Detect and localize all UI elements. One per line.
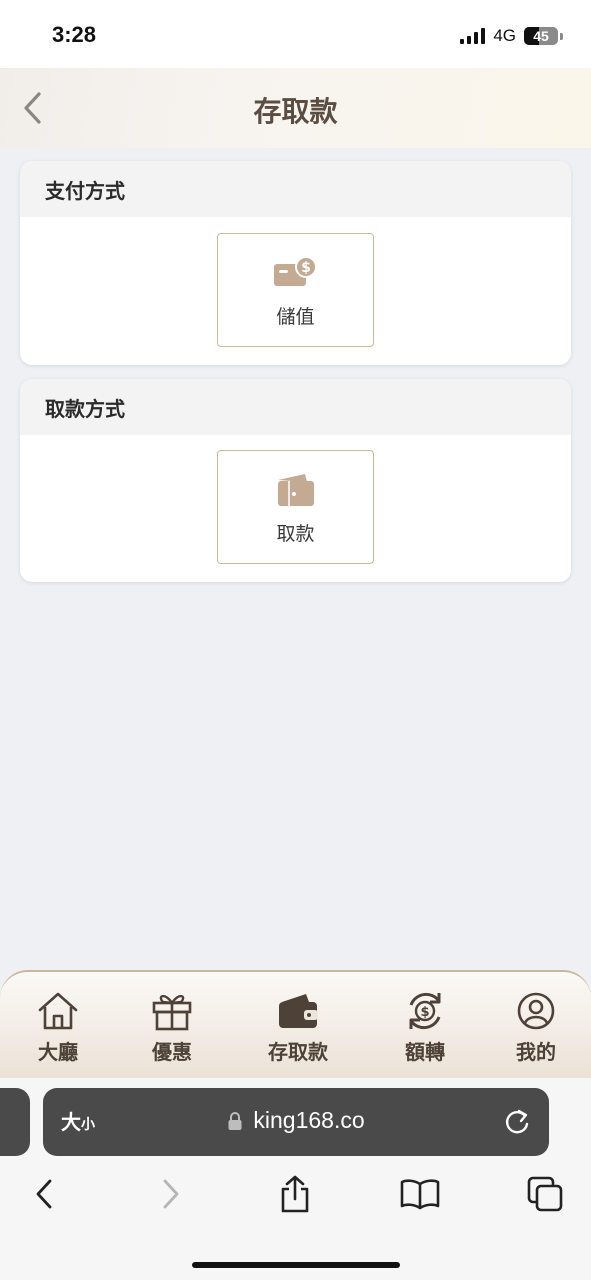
home-indicator <box>192 1262 400 1268</box>
gift-icon <box>152 994 192 1031</box>
lock-icon <box>228 1111 242 1130</box>
withdraw-method-title: 取款方式 <box>20 379 571 435</box>
tab-deposit-withdraw-label: 存取款 <box>268 1040 328 1064</box>
battery-icon: 45 <box>524 27 558 45</box>
tab-promotions[interactable]: 優惠 <box>122 988 222 1070</box>
browser-chrome: 大小 king168.co <box>0 1078 591 1280</box>
user-icon <box>517 992 555 1030</box>
address-bar[interactable]: 大小 king168.co <box>43 1088 549 1156</box>
share-button[interactable] <box>270 1174 320 1214</box>
tabs-button[interactable] <box>520 1174 570 1214</box>
chevron-left-icon <box>36 1179 52 1209</box>
status-bar: 3:28 4G 45 <box>0 0 591 68</box>
tab-deposit-withdraw[interactable]: 存取款 <box>248 988 348 1070</box>
book-icon <box>400 1179 440 1210</box>
withdraw-option-button[interactable]: 取款 <box>217 450 374 564</box>
tab-promotions-label: 優惠 <box>152 1040 192 1064</box>
reload-button[interactable] <box>503 1107 531 1141</box>
share-icon <box>281 1175 309 1213</box>
tab-profile-label: 我的 <box>516 1040 556 1064</box>
tabs-icon <box>527 1176 563 1212</box>
previous-tab-preview[interactable] <box>0 1088 30 1156</box>
url-text: king168.co <box>253 1107 365 1133</box>
page-title: 存取款 <box>253 95 338 128</box>
network-type: 4G <box>493 26 516 45</box>
bookmarks-button[interactable] <box>395 1174 445 1214</box>
chevron-right-icon <box>163 1179 179 1209</box>
tab-lobby-label: 大廳 <box>38 1040 78 1064</box>
browser-forward-button[interactable] <box>146 1174 196 1214</box>
svg-text:$: $ <box>301 260 311 276</box>
wallet-icon <box>279 994 318 1028</box>
status-indicators: 4G 45 <box>460 26 563 46</box>
withdraw-option-label: 取款 <box>276 523 315 545</box>
deposit-card-icon: $ <box>273 256 317 286</box>
signal-icon <box>460 28 486 44</box>
withdraw-method-card: 取款方式 取款 <box>20 379 571 582</box>
status-time: 3:28 <box>52 22 97 47</box>
payment-method-title: 支付方式 <box>20 161 571 217</box>
tab-transfer-label: 額轉 <box>405 1040 445 1064</box>
tab-lobby[interactable]: 大廳 <box>8 988 108 1070</box>
bottom-tab-bar: 大廳 優惠 存取款 $ 額轉 我的 <box>0 970 591 1078</box>
tab-transfer[interactable]: $ 額轉 <box>375 988 475 1070</box>
battery-level: 45 <box>533 28 549 44</box>
page-header: 存取款 <box>0 68 591 148</box>
svg-text:$: $ <box>420 1005 429 1020</box>
wallet-icon <box>277 474 314 506</box>
home-icon <box>38 992 78 1030</box>
tab-profile[interactable]: 我的 <box>486 988 586 1070</box>
transfer-icon: $ <box>409 992 441 1030</box>
deposit-option-label: 儲值 <box>276 306 315 328</box>
browser-back-button[interactable] <box>19 1174 69 1214</box>
payment-method-card: 支付方式 $ 儲值 <box>20 161 571 365</box>
deposit-option-button[interactable]: $ 儲值 <box>217 233 374 347</box>
reload-icon <box>506 1109 529 1134</box>
